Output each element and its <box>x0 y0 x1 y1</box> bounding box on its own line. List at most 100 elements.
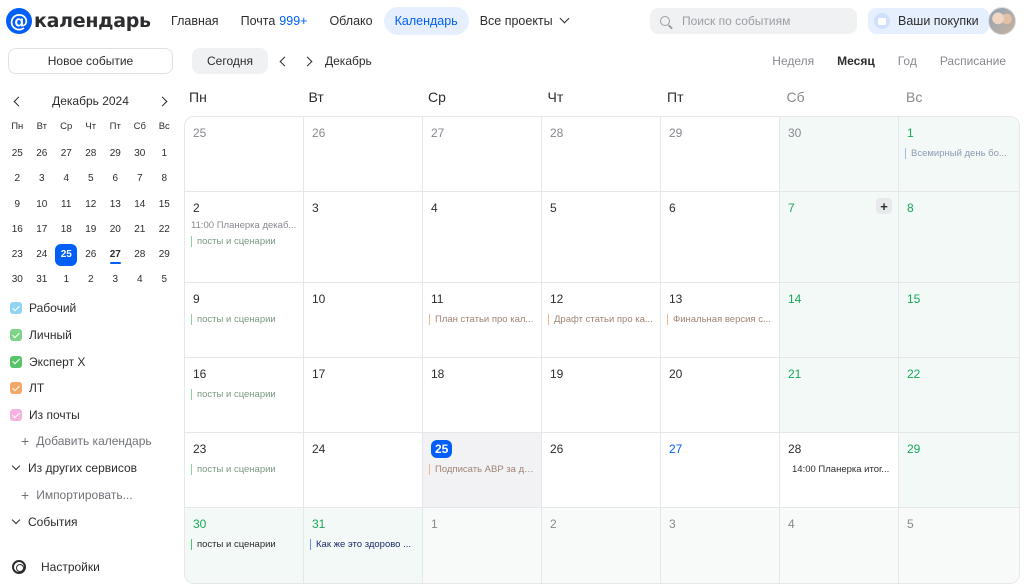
calendar-checkbox[interactable] <box>10 382 22 395</box>
mini-day[interactable]: 19 <box>79 217 104 242</box>
event-chip[interactable]: посты и сценарии <box>191 539 297 550</box>
day-cell[interactable]: 27 <box>661 433 780 508</box>
nav-home[interactable]: Главная <box>160 7 230 35</box>
calendar-checkbox[interactable] <box>10 409 22 422</box>
view-schedule-tab[interactable]: Расписание <box>940 54 1006 68</box>
mini-day[interactable]: 1 <box>152 141 177 166</box>
day-cell[interactable]: 18 <box>423 358 542 433</box>
mini-day[interactable]: 10 <box>30 192 55 217</box>
mini-day[interactable]: 20 <box>103 217 128 242</box>
day-cell[interactable]: 1 Всемирный день бо... <box>899 117 1019 192</box>
day-cell[interactable]: 11 План статьи про кал... <box>423 283 542 358</box>
calendar-item[interactable]: Рабочий <box>10 295 180 322</box>
event-chip[interactable]: Подписать АВР за де... <box>429 464 535 475</box>
mini-day[interactable]: 27 <box>54 141 79 166</box>
next-month-button[interactable] <box>300 52 318 70</box>
day-cell[interactable]: 17 <box>304 358 423 433</box>
day-cell[interactable]: 30 посты и сценарии <box>185 508 304 583</box>
day-cell[interactable]: 1 <box>423 508 542 583</box>
mini-day[interactable]: 29 <box>152 242 177 267</box>
calendar-checkbox[interactable] <box>10 302 22 315</box>
day-cell[interactable]: 14 <box>780 283 899 358</box>
calendar-checkbox[interactable] <box>10 355 22 368</box>
event-chip[interactable]: посты и сценарии <box>191 389 297 400</box>
day-cell[interactable]: 15 <box>899 283 1019 358</box>
day-cell[interactable]: 16 посты и сценарии <box>185 358 304 433</box>
day-cell[interactable]: 4 <box>423 192 542 283</box>
view-month-tab[interactable]: Месяц <box>837 54 875 68</box>
day-cell[interactable]: 6 <box>661 192 780 283</box>
search-input[interactable] <box>682 14 842 28</box>
mini-day[interactable]: 4 <box>54 166 79 191</box>
nav-calendar[interactable]: Календарь <box>383 7 469 35</box>
mini-day[interactable]: 28 <box>128 242 153 267</box>
mini-day[interactable]: 30 <box>5 267 30 292</box>
mini-day[interactable]: 5 <box>152 267 177 292</box>
mini-day[interactable]: 9 <box>5 192 30 217</box>
day-cell[interactable]: 5 <box>542 192 661 283</box>
calendar-item[interactable]: Личный <box>10 322 180 349</box>
mini-day[interactable]: 27 <box>103 242 128 267</box>
day-cell[interactable]: 3 <box>661 508 780 583</box>
mini-prev-month-button[interactable] <box>8 92 26 110</box>
mini-day[interactable]: 11 <box>54 192 79 217</box>
mini-next-month-button[interactable] <box>155 92 173 110</box>
day-cell[interactable]: 10 <box>304 283 423 358</box>
calendar-item[interactable]: Из почты <box>10 402 180 429</box>
day-cell[interactable]: 9 посты и сценарии <box>185 283 304 358</box>
prev-month-button[interactable] <box>274 52 292 70</box>
event-chip[interactable]: 11:00 Планерка декаб... <box>191 220 297 231</box>
day-cell[interactable]: 25 Подписать АВР за де... <box>423 433 542 508</box>
nav-mail[interactable]: Почта 999+ <box>230 7 319 35</box>
today-button[interactable]: Сегодня <box>192 48 268 74</box>
day-cell[interactable]: 5 <box>899 508 1019 583</box>
add-event-plus-icon[interactable]: + <box>876 198 892 214</box>
add-calendar-link[interactable]: + Добавить календарь <box>10 428 180 454</box>
day-cell[interactable]: 13 Финальная версия с... <box>661 283 780 358</box>
nav-all-projects[interactable]: Все проекты <box>469 7 579 35</box>
mini-day[interactable]: 3 <box>103 267 128 292</box>
day-cell[interactable]: 22 <box>899 358 1019 433</box>
mini-day[interactable]: 5 <box>79 166 104 191</box>
day-cell[interactable]: 29 <box>899 433 1019 508</box>
day-cell[interactable]: 3 <box>304 192 423 283</box>
view-week-tab[interactable]: Неделя <box>772 54 814 68</box>
day-cell[interactable]: 27 <box>423 117 542 192</box>
event-chip[interactable]: посты и сценарии <box>191 464 297 475</box>
event-chip[interactable]: План статьи про кал... <box>429 314 535 325</box>
day-cell[interactable]: 12 Драфт статьи про ка... <box>542 283 661 358</box>
day-cell[interactable]: 26 <box>542 433 661 508</box>
app-logo[interactable]: @ календарь <box>6 8 151 34</box>
mini-day[interactable]: 29 <box>103 141 128 166</box>
mini-day[interactable]: 15 <box>152 192 177 217</box>
settings-button[interactable]: Настройки <box>12 560 100 574</box>
mini-day[interactable]: 25 <box>54 242 79 267</box>
event-chip[interactable]: Драфт статьи про ка... <box>548 314 654 325</box>
mini-day[interactable]: 21 <box>128 217 153 242</box>
mini-day[interactable]: 4 <box>128 267 153 292</box>
day-cell[interactable]: 4 <box>780 508 899 583</box>
mini-day[interactable]: 1 <box>54 267 79 292</box>
other-services-section[interactable]: Из других сервисов <box>10 454 180 482</box>
day-cell[interactable]: 28 <box>542 117 661 192</box>
mini-day[interactable]: 2 <box>79 267 104 292</box>
day-cell[interactable]: 7 + <box>780 192 899 283</box>
mini-day[interactable]: 6 <box>103 166 128 191</box>
mini-day[interactable]: 18 <box>54 217 79 242</box>
mini-day[interactable]: 24 <box>30 242 55 267</box>
mini-day[interactable]: 17 <box>30 217 55 242</box>
calendar-checkbox[interactable] <box>10 329 22 342</box>
event-chip[interactable]: Как же это здорово ... <box>310 539 416 550</box>
mini-day[interactable]: 30 <box>128 141 153 166</box>
calendar-item[interactable]: Эксперт Х <box>10 348 180 375</box>
event-search[interactable] <box>650 8 857 34</box>
mini-day[interactable]: 12 <box>79 192 104 217</box>
day-cell[interactable]: 21 <box>780 358 899 433</box>
mini-day[interactable]: 8 <box>152 166 177 191</box>
mini-day[interactable]: 31 <box>30 267 55 292</box>
day-cell[interactable]: 30 <box>780 117 899 192</box>
day-cell[interactable]: 23 посты и сценарии <box>185 433 304 508</box>
day-cell[interactable]: 2 <box>542 508 661 583</box>
day-cell[interactable]: 25 <box>185 117 304 192</box>
purchases-button[interactable]: Ваши покупки <box>868 8 989 34</box>
